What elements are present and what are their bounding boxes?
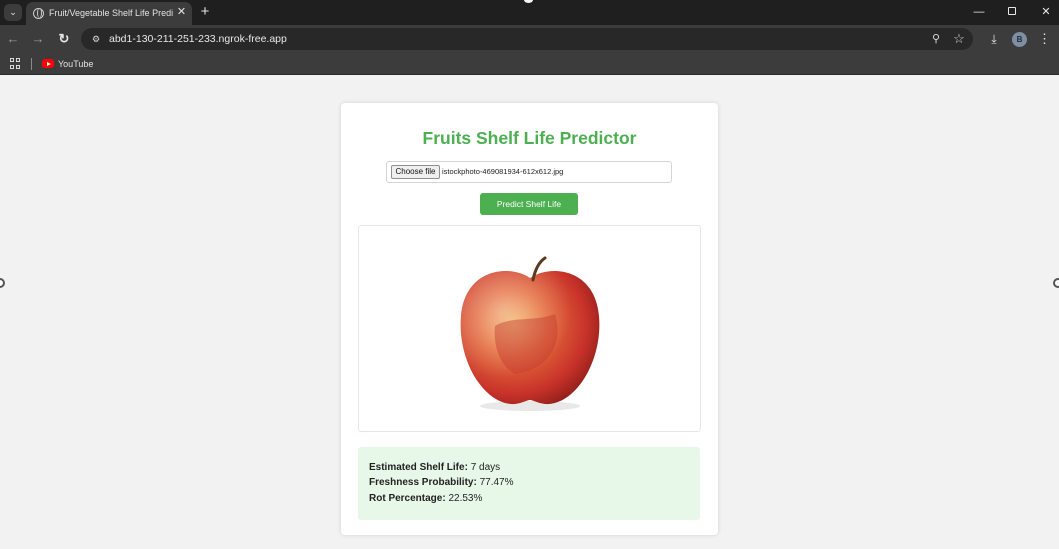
tab-strip: ⌄ Fruit/Vegetable Shelf Life Predic ✕ + … <box>0 0 1059 25</box>
back-button[interactable]: ← <box>5 31 21 47</box>
browser-tab[interactable]: Fruit/Vegetable Shelf Life Predic ✕ <box>26 2 192 25</box>
url-text[interactable]: abd1-130-211-251-233.ngrok-free.app <box>109 32 287 46</box>
image-preview <box>358 225 701 432</box>
file-input[interactable]: Choose file istockphoto-469081934-612x61… <box>386 161 672 183</box>
selected-file-name: istockphoto-469081934-612x612.jpg <box>442 167 564 176</box>
right-edge-handle <box>1053 278 1059 288</box>
star-icon[interactable]: ☆ <box>952 31 966 46</box>
camera-notch <box>522 0 535 5</box>
choose-file-button[interactable]: Choose file <box>391 165 440 179</box>
forward-button[interactable]: → <box>30 31 46 47</box>
shelf-life-label: Estimated Shelf Life: <box>369 462 468 473</box>
youtube-icon <box>42 59 54 68</box>
apps-icon[interactable] <box>10 58 21 69</box>
predict-shelf-life-button[interactable]: Predict Shelf Life <box>480 193 578 215</box>
bookmarks-bar: YouTube <box>0 53 1059 75</box>
rot-value: 22.53% <box>448 493 483 504</box>
bookmarks-divider <box>31 58 32 70</box>
page-title: Fruits Shelf Life Predictor <box>422 128 637 148</box>
restore-icon <box>1008 7 1016 15</box>
reload-button[interactable]: ↻ <box>56 31 72 47</box>
chevron-down-icon: ⌄ <box>9 7 17 17</box>
bookmark-label: YouTube <box>58 59 94 69</box>
prediction-result: Estimated Shelf Life: 7 days Freshness P… <box>358 447 700 520</box>
rot-result: Rot Percentage: 22.53% <box>369 492 482 506</box>
tab-search-button[interactable]: ⌄ <box>4 4 22 21</box>
shelf-life-value: 7 days <box>470 462 501 473</box>
page-viewport: Fruits Shelf Life Predictor Choose file … <box>0 76 1059 549</box>
zoom-icon[interactable]: ⚲ <box>929 32 943 46</box>
shelf-life-result: Estimated Shelf Life: 7 days <box>369 461 500 475</box>
new-tab-button[interactable]: + <box>198 4 212 20</box>
predictor-card: Fruits Shelf Life Predictor Choose file … <box>341 103 718 535</box>
tune-icon[interactable]: ⚙ <box>90 33 102 45</box>
plus-icon: + <box>200 3 210 20</box>
avatar[interactable]: B <box>1012 32 1027 47</box>
reload-icon: ↻ <box>58 31 70 46</box>
tab-title: Fruit/Vegetable Shelf Life Predic <box>49 8 173 18</box>
restore-button[interactable] <box>1004 4 1020 20</box>
kebab-icon[interactable]: ⋮ <box>1038 31 1051 47</box>
download-icon[interactable]: ⤓ <box>987 31 1001 47</box>
close-window-button[interactable]: ✕ <box>1038 4 1054 20</box>
arrow-left-icon: ← <box>6 31 20 46</box>
address-bar[interactable]: ⚙ abd1-130-211-251-233.ngrok-free.app ⚲ … <box>81 28 973 50</box>
rot-label: Rot Percentage: <box>369 493 446 504</box>
apple-image <box>460 256 600 411</box>
browser-toolbar: ← → ↻ ⚙ abd1-130-211-251-233.ngrok-free.… <box>0 25 1059 53</box>
freshness-value: 77.47% <box>479 477 514 488</box>
arrow-right-icon: → <box>31 31 45 46</box>
minimize-button[interactable]: — <box>971 4 987 20</box>
freshness-result: Freshness Probability: 77.47% <box>369 476 514 490</box>
globe-icon <box>33 8 44 19</box>
left-edge-handle <box>0 278 5 288</box>
tab-close-icon[interactable]: ✕ <box>175 6 188 19</box>
freshness-label: Freshness Probability: <box>369 477 477 488</box>
